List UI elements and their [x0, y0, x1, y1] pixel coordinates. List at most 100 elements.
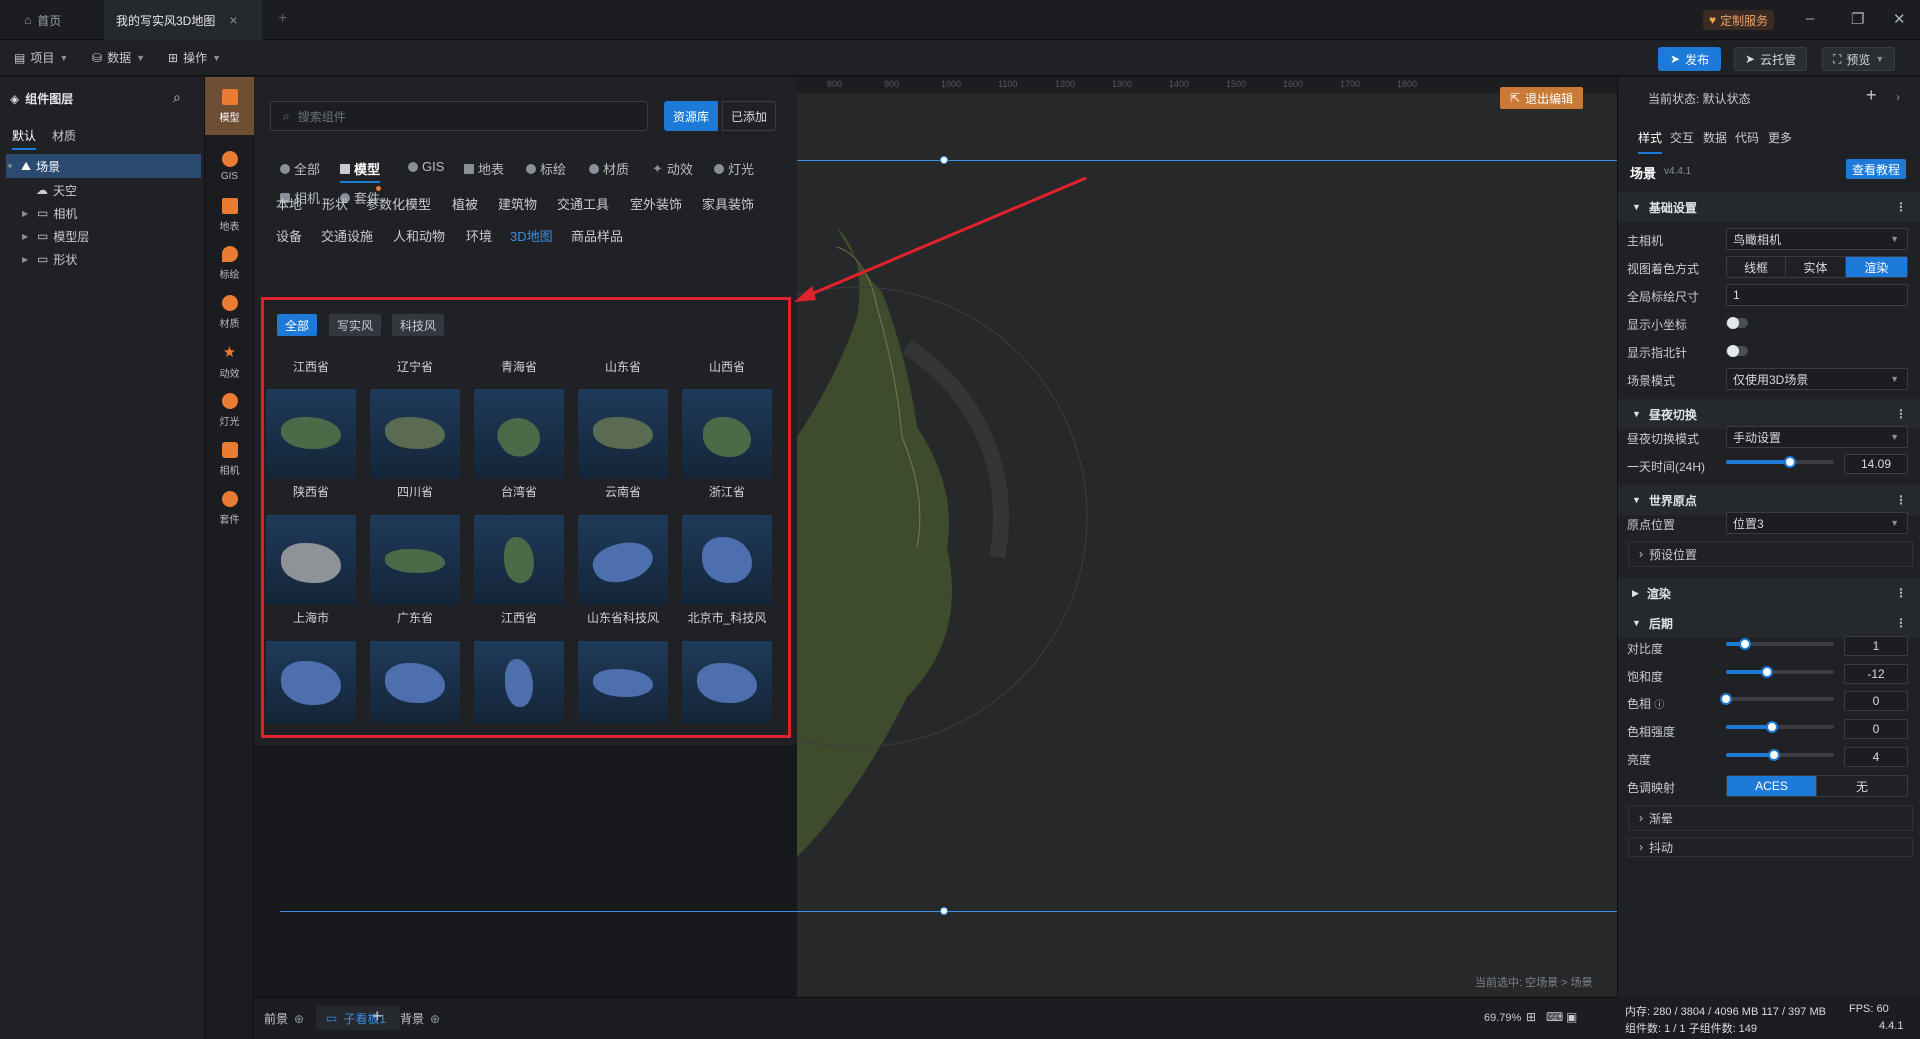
brightness-slider[interactable] — [1726, 749, 1834, 761]
slider-knob[interactable] — [1783, 456, 1796, 468]
tree-item-shape[interactable]: ▶ ▭ 形状 — [6, 247, 201, 271]
contrast-slider[interactable] — [1726, 638, 1834, 650]
add-circle-icon[interactable]: ⊕ — [294, 1012, 304, 1026]
caret-down-icon[interactable]: ▼ — [6, 162, 16, 171]
map-card[interactable] — [370, 389, 460, 479]
category-light[interactable]: 灯光 — [714, 159, 754, 178]
section-daynight[interactable]: ▼ 昼夜切换 ⋮ — [1618, 399, 1920, 429]
style-realistic[interactable]: 写实风 — [329, 314, 382, 336]
close-icon[interactable]: × — [229, 12, 237, 28]
library-toggle[interactable]: 资源库 — [664, 101, 719, 131]
section-post[interactable]: ▼ 后期 ⋮ — [1618, 608, 1920, 638]
tab-material[interactable]: 材质 — [52, 127, 76, 144]
map-card[interactable] — [370, 641, 460, 723]
sub-furniture[interactable]: 家具装饰 — [702, 194, 754, 213]
map-card[interactable] — [578, 641, 668, 723]
menu-project[interactable]: ▤ 项目 ▼ — [14, 49, 68, 66]
map-card[interactable] — [474, 515, 564, 605]
shading-solid[interactable]: 实体 — [1786, 257, 1846, 277]
map-card[interactable] — [474, 389, 564, 479]
category-gis[interactable]: GIS — [408, 159, 444, 174]
category-material[interactable]: 材质 — [589, 159, 629, 178]
map-card[interactable] — [266, 641, 356, 723]
tree-item-model-layer[interactable]: ▶ ▭ 模型层 — [6, 224, 201, 248]
preview-button[interactable]: ⛶ 预览 ▼ — [1822, 47, 1896, 71]
sub-environment[interactable]: 环境 — [466, 226, 492, 245]
tab-interaction[interactable]: 交互 — [1670, 129, 1694, 146]
tree-item-sky[interactable]: ☁ 天空 — [6, 178, 201, 202]
restore-icon[interactable]: ❐ — [1851, 10, 1864, 28]
preset-position-panel[interactable]: › 预设位置 — [1628, 541, 1913, 567]
sub-shape[interactable]: 形状 — [322, 194, 348, 213]
show-coord-toggle[interactable] — [1726, 317, 1748, 329]
style-all[interactable]: 全部 — [277, 314, 318, 336]
caret-right-icon[interactable]: ▶ — [22, 255, 32, 264]
sub-building[interactable]: 建筑物 — [498, 194, 537, 213]
scene-mode-select[interactable]: 仅使用3D场景 ▼ — [1726, 368, 1908, 390]
section-world-origin[interactable]: ▼ 世界原点 ⋮ — [1618, 485, 1920, 515]
map-card[interactable] — [682, 389, 772, 479]
slider-knob[interactable] — [1761, 666, 1774, 678]
tonemap-none[interactable]: 无 — [1817, 776, 1907, 796]
contrast-input[interactable]: 1 — [1844, 636, 1908, 656]
tab-foreground[interactable]: 前景 ⊕ — [264, 1010, 304, 1027]
sub-products[interactable]: 商品样品 — [571, 226, 623, 245]
map-card[interactable] — [578, 389, 668, 479]
exit-edit-button[interactable]: ⇱ 退出编辑 — [1500, 87, 1584, 109]
search-icon[interactable]: ⌕ — [173, 89, 181, 106]
tree-item-scene[interactable]: ▼ ⛰ 场景 — [6, 154, 201, 178]
rail-kit[interactable]: 套件 — [205, 479, 254, 537]
map-card[interactable] — [682, 515, 772, 605]
more-icon[interactable]: ⋮ — [1895, 407, 1907, 421]
resize-handle[interactable] — [940, 156, 948, 164]
chevron-right-icon[interactable]: › — [1896, 90, 1900, 104]
sub-local[interactable]: 本地 — [276, 194, 302, 213]
origin-select[interactable]: 位置3 ▼ — [1726, 512, 1908, 534]
custom-service-button[interactable]: ♥ 定制服务 — [1703, 10, 1775, 30]
hue-input[interactable]: 0 — [1844, 691, 1908, 711]
map-card[interactable] — [266, 515, 356, 605]
zoom-level[interactable]: 69.79% — [1484, 1012, 1521, 1024]
sub-vehicle[interactable]: 交通工具 — [557, 194, 609, 213]
tab-more[interactable]: 更多 — [1768, 129, 1792, 146]
hue-slider[interactable] — [1720, 693, 1834, 705]
selection-bottom-edge[interactable] — [280, 911, 1617, 912]
plot-size-input[interactable]: 1 — [1726, 284, 1908, 306]
tab-default[interactable]: 默认 — [12, 127, 37, 150]
tonemap-aces[interactable]: ACES — [1727, 776, 1817, 796]
category-all[interactable]: 全部 — [280, 159, 320, 178]
add-state-icon[interactable]: + — [1866, 85, 1877, 106]
time-input[interactable]: 14.09 — [1844, 454, 1908, 474]
category-surface[interactable]: 地表 — [464, 159, 504, 178]
daynight-mode-select[interactable]: 手动设置 ▼ — [1726, 426, 1908, 448]
map-card[interactable] — [370, 515, 460, 605]
shading-wireframe[interactable]: 线框 — [1727, 257, 1787, 277]
style-tech[interactable]: 科技风 — [392, 314, 445, 336]
category-plot[interactable]: 标绘 — [526, 159, 566, 178]
tab-board[interactable]: ▭ 子看板1 — [316, 1006, 400, 1030]
saturation-slider[interactable] — [1726, 666, 1834, 678]
section-render[interactable]: ▶ 渲染 ⋮ — [1618, 578, 1920, 608]
tab-home[interactable]: ⌂ 首页 — [12, 0, 73, 40]
map-card[interactable] — [474, 641, 564, 723]
category-effect[interactable]: ✦ 动效 — [652, 159, 693, 178]
sub-traffic[interactable]: 交通设施 — [321, 226, 373, 245]
new-tab-icon[interactable]: + — [278, 10, 287, 28]
map-card[interactable] — [266, 389, 356, 479]
slider-knob[interactable] — [1767, 749, 1780, 761]
window-close-icon[interactable]: ✕ — [1893, 10, 1906, 28]
show-compass-toggle[interactable] — [1726, 345, 1748, 357]
hue-strength-input[interactable]: 0 — [1844, 719, 1908, 739]
tab-background[interactable]: 背景 ⊕ — [400, 1010, 440, 1027]
caret-right-icon[interactable]: ▶ — [22, 232, 32, 241]
tutorial-button[interactable]: 查看教程 — [1846, 159, 1907, 179]
added-toggle[interactable]: 已添加 — [722, 101, 777, 131]
chevron-down-icon[interactable]: ▼ — [1875, 54, 1884, 64]
minimize-icon[interactable]: – — [1806, 10, 1814, 27]
tree-item-camera[interactable]: ▶ ▭ 相机 — [6, 201, 201, 225]
resize-handle[interactable] — [940, 907, 948, 915]
tab-document[interactable]: 我的写实风3D地图 × — [104, 0, 262, 40]
caret-right-icon[interactable]: ▶ — [22, 209, 32, 218]
help-icon[interactable]: ⓘ — [1654, 700, 1664, 711]
saturation-input[interactable]: -12 — [1844, 664, 1908, 684]
